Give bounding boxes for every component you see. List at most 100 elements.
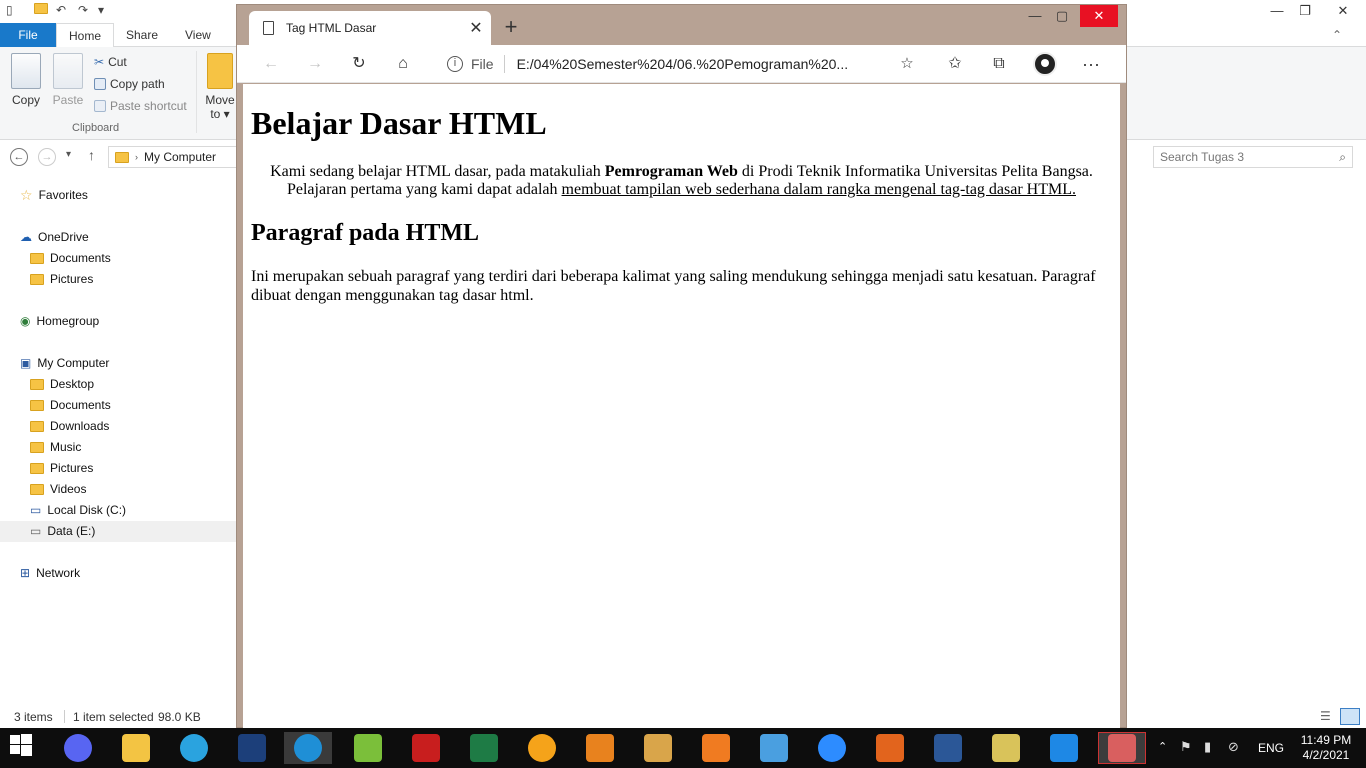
flag-icon[interactable]: ⚑ xyxy=(1180,739,1192,755)
taskbar-word[interactable] xyxy=(924,732,972,764)
nav-videos[interactable]: Videos xyxy=(30,479,86,500)
nav-homegroup[interactable]: ◉ Homegroup xyxy=(20,311,99,332)
nav-label: Data (E:) xyxy=(47,524,96,538)
tab-file[interactable]: File xyxy=(0,23,56,47)
network-status-icon[interactable]: ⊘ xyxy=(1228,739,1239,755)
undo-icon[interactable]: ↶ xyxy=(56,3,66,19)
collections-icon[interactable]: ⧉ xyxy=(985,52,1013,76)
redo-icon[interactable]: ↷ xyxy=(78,3,88,19)
back-icon[interactable]: ← xyxy=(10,148,28,166)
taskbar-file-explorer[interactable] xyxy=(112,732,160,764)
snipping-tool-icon xyxy=(1108,734,1136,762)
status-divider xyxy=(64,710,65,723)
up-icon[interactable]: ↑ xyxy=(88,147,95,163)
taskbar-media-player[interactable] xyxy=(518,732,566,764)
taskbar-excel[interactable] xyxy=(460,732,508,764)
move-to-button[interactable]: Move to ▾ xyxy=(200,53,240,121)
language-indicator[interactable]: ENG xyxy=(1258,728,1284,768)
profile-avatar[interactable] xyxy=(1033,52,1057,76)
details-view-icon[interactable]: ☰ xyxy=(1320,709,1331,723)
explorer-minimize-button[interactable]: — xyxy=(1262,0,1292,22)
taskbar-dev-cpp[interactable] xyxy=(228,732,276,764)
nav-data-e[interactable]: ▭ Data (E:) xyxy=(0,521,236,542)
nav-documents[interactable]: Documents xyxy=(30,395,111,416)
favorites-icon[interactable]: ✩ xyxy=(941,52,969,76)
more-options-icon[interactable]: ··· xyxy=(1077,52,1105,76)
nav-my-computer[interactable]: ▣ My Computer xyxy=(20,353,109,374)
forward-icon[interactable]: → xyxy=(38,148,56,166)
edge-maximize-button[interactable]: ▢ xyxy=(1047,5,1077,27)
taskbar-xampp[interactable] xyxy=(692,732,740,764)
recent-locations-icon[interactable]: ▾ xyxy=(66,149,71,160)
status-selected: 1 item selected xyxy=(73,710,154,724)
nav-pictures[interactable]: Pictures xyxy=(30,458,93,479)
intro-bold-course: Pemrograman Web xyxy=(604,163,738,180)
nav-label: Pictures xyxy=(50,461,94,475)
clock[interactable]: 11:49 PM 4/2/2021 xyxy=(1296,733,1356,763)
taskbar-zoom[interactable] xyxy=(808,732,856,764)
nav-onedrive-documents[interactable]: Documents xyxy=(30,248,111,269)
folder-icon xyxy=(30,421,44,432)
taskbar-matlab[interactable] xyxy=(866,732,914,764)
quick-access-dropdown-icon[interactable]: ▾ xyxy=(98,3,104,19)
url-text[interactable]: E:/04%20Semester%204/06.%20Pemograman%20… xyxy=(517,56,849,72)
edge-close-button[interactable]: ✕ xyxy=(1080,5,1118,27)
address-box[interactable]: › My Computer xyxy=(108,146,238,168)
breadcrumb-my-computer[interactable]: My Computer xyxy=(144,150,216,164)
nav-favorites[interactable]: ☆ Favorites xyxy=(20,185,88,206)
info-icon[interactable]: i xyxy=(447,56,463,72)
cut-button[interactable]: ✂ Cut xyxy=(94,53,127,71)
address-bar[interactable]: i File E:/04%20Semester%204/06.%20Pemogr… xyxy=(433,49,927,79)
nav-onedrive[interactable]: ☁ OneDrive xyxy=(20,227,89,248)
home-icon[interactable]: ⌂ xyxy=(389,52,417,76)
taskbar-paint[interactable] xyxy=(634,732,682,764)
taskbar-vscode[interactable] xyxy=(1040,732,1088,764)
ribbon-collapse-icon[interactable]: ⌃ xyxy=(1320,23,1354,47)
browser-tab[interactable]: Tag HTML Dasar ✕ xyxy=(249,11,491,45)
new-tab-icon[interactable]: + xyxy=(499,15,523,39)
large-icons-view-icon[interactable] xyxy=(1340,708,1360,725)
tray-overflow-icon[interactable]: ⌃ xyxy=(1158,740,1167,753)
taskbar-start-button[interactable] xyxy=(0,732,48,764)
tab-close-icon[interactable]: ✕ xyxy=(461,18,491,38)
nav-music[interactable]: Music xyxy=(30,437,81,458)
taskbar-edge[interactable] xyxy=(284,732,332,764)
acrobat-icon xyxy=(412,734,440,762)
tab-share[interactable]: Share xyxy=(114,23,170,47)
nav-desktop[interactable]: Desktop xyxy=(30,374,94,395)
back-icon[interactable]: ← xyxy=(257,52,285,76)
taskbar-telegram[interactable] xyxy=(170,732,218,764)
tab-home[interactable]: Home xyxy=(56,23,115,48)
nav-onedrive-pictures[interactable]: Pictures xyxy=(30,269,93,290)
paste-shortcut-button[interactable]: Paste shortcut xyxy=(94,97,187,115)
taskbar-discord[interactable] xyxy=(54,732,102,764)
taskbar-video-editor[interactable] xyxy=(750,732,798,764)
add-favorite-icon[interactable]: ☆ xyxy=(893,52,921,76)
refresh-icon[interactable]: ↻ xyxy=(345,52,373,76)
explorer-close-button[interactable]: ✕ xyxy=(1320,0,1366,22)
taskbar-snipping-tool[interactable] xyxy=(1098,732,1146,764)
copy-button[interactable]: Copy xyxy=(4,53,48,107)
forward-icon[interactable]: → xyxy=(301,52,329,76)
edge-minimize-button[interactable]: — xyxy=(1020,5,1050,27)
nav-network[interactable]: ⊞ Network xyxy=(20,563,80,584)
nav-local-disk-c[interactable]: ▭ Local Disk (C:) xyxy=(30,500,126,521)
taskbar: ⌃ ⚑ ▮ ⊘ ENG 11:49 PM 4/2/2021 xyxy=(0,728,1366,768)
nav-downloads[interactable]: Downloads xyxy=(30,416,109,437)
matlab-icon xyxy=(876,734,904,762)
explorer-restore-button[interactable]: ❐ xyxy=(1290,0,1320,22)
taskbar-acrobat[interactable] xyxy=(402,732,450,764)
taskbar-sublime-text[interactable] xyxy=(576,732,624,764)
taskbar-folder-app[interactable] xyxy=(982,732,1030,764)
tab-view[interactable]: View xyxy=(173,23,223,47)
paste-button[interactable]: Paste xyxy=(46,53,90,107)
search-input[interactable]: Search Tugas 3 ⌕ xyxy=(1153,146,1353,168)
copy-path-button[interactable]: Copy path xyxy=(94,75,165,93)
nav-my-computer-label: My Computer xyxy=(37,356,110,370)
folder-icon xyxy=(30,463,44,474)
properties-icon[interactable] xyxy=(34,3,48,19)
move-to-label-1: Move xyxy=(205,93,235,107)
taskbar-notepad-plus[interactable] xyxy=(344,732,392,764)
battery-icon[interactable]: ▮ xyxy=(1204,739,1211,755)
folder-icon: ▯ xyxy=(6,3,13,17)
